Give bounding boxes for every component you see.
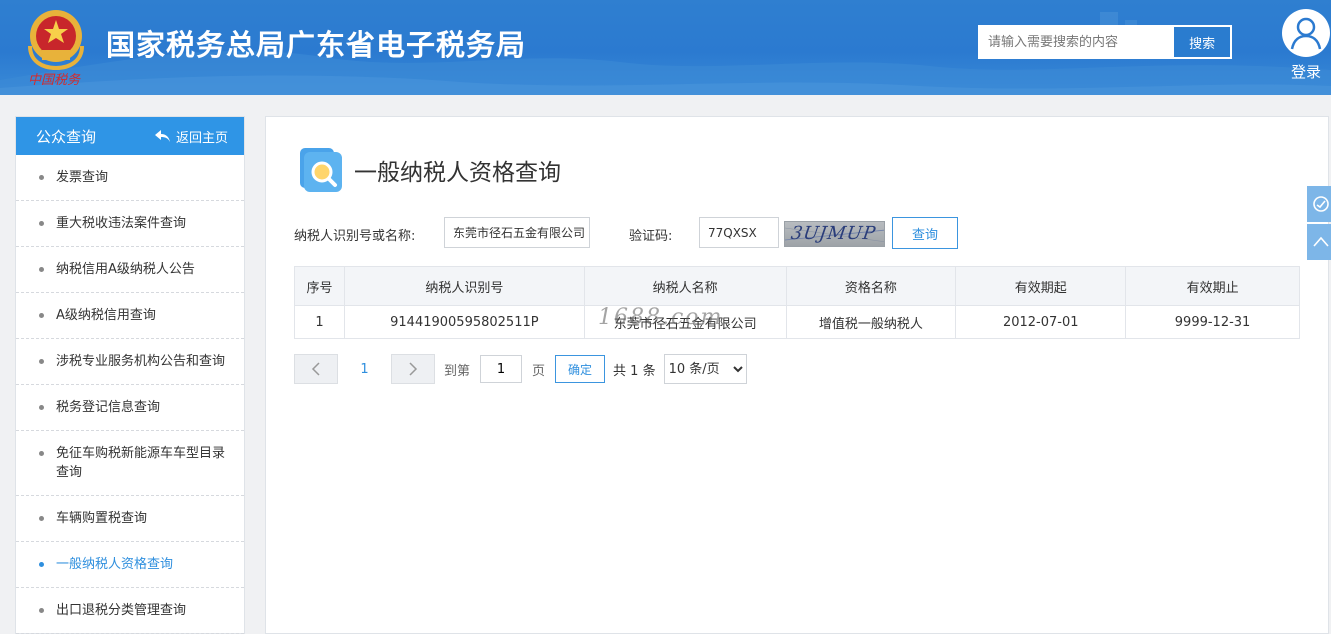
table-header-row: 序号 纳税人识别号 纳税人名称 资格名称 有效期起 有效期止 [294,266,1300,306]
cell-taxpayer-id: 91441900595802511P [344,305,585,339]
pagination: 1 到第 页 确定 共 1 条 10 条/页 [294,354,747,384]
sidebar-header: 公众查询 返回主页 [16,117,244,155]
back-to-top-button[interactable] [1307,224,1331,260]
search-button[interactable]: 搜索 [1173,26,1231,58]
captcha-text: 3UJMUP [789,223,878,244]
float-service-button[interactable] [1307,186,1331,222]
sidebar: 公众查询 返回主页 发票查询 重大税收违法案件查询 纳税信用A级纳税人公告 A级… [15,116,245,634]
customer-service-icon [1313,196,1329,212]
goto-confirm-button[interactable]: 确定 [555,355,606,383]
sidebar-title: 公众查询 [36,127,97,146]
query-page-icon [300,148,342,192]
login-button[interactable]: 登录 [1281,9,1331,85]
next-page-button[interactable] [391,354,435,384]
column-header-valid-from: 有效期起 [955,266,1127,306]
goto-page-input[interactable] [480,355,523,383]
tax-emblem-logo[interactable]: 中国税务 [22,6,90,88]
sidebar-menu: 发票查询 重大税收违法案件查询 纳税信用A级纳税人公告 A级纳税信用查询 涉税专… [16,155,244,634]
cell-valid-to: 9999-12-31 [1125,305,1300,339]
column-header-taxpayer-id: 纳税人识别号 [344,266,585,306]
chevron-up-icon [1313,236,1329,247]
column-header-valid-to: 有效期止 [1125,266,1300,306]
back-home-label: 返回主页 [175,130,228,146]
taxpayer-input[interactable]: 东莞市径石五金有限公司 [444,217,590,248]
chevron-left-icon [311,362,320,376]
user-avatar-icon [1282,9,1330,57]
search-input[interactable] [979,26,1174,58]
prev-page-button[interactable] [294,354,338,384]
sidebar-item-tax-service-agency[interactable]: 涉税专业服务机构公告和查询 [16,339,244,385]
page-title: 一般纳税人资格查询 [354,160,561,186]
goto-suffix-label: 页 [532,363,546,379]
column-header-index: 序号 [294,266,345,306]
back-home-link[interactable]: 返回主页 [154,127,228,146]
search-box: 搜索 [978,25,1232,59]
sidebar-item-invoice-query[interactable]: 发票查询 [16,155,244,201]
table-row: 1 91441900595802511P 东莞市径石五金有限公司 增值税一般纳税… [294,305,1300,339]
goto-prefix-label: 到第 [444,363,471,379]
page-size-select[interactable]: 10 条/页 [663,354,747,384]
sidebar-item-major-violation-query[interactable]: 重大税收违法案件查询 [16,201,244,247]
cell-taxpayer-name: 东莞市径石五金有限公司 [584,305,787,339]
site-title: 国家税务总局广东省电子税务局 [106,28,527,62]
page-number-current[interactable]: 1 [338,362,391,377]
sidebar-item-vehicle-purchase-tax[interactable]: 车辆购置税查询 [16,496,244,542]
result-table: 序号 纳税人识别号 纳税人名称 资格名称 有效期起 有效期止 1 9144190… [294,266,1300,339]
sidebar-item-new-energy-vehicle-catalog[interactable]: 免征车购税新能源车车型目录查询 [16,431,244,496]
captcha-input[interactable]: 77QXSX [699,217,779,248]
cell-qualification: 增值税一般纳税人 [786,305,957,339]
captcha-image[interactable]: 3UJMUP [784,221,885,247]
sidebar-item-general-taxpayer-query[interactable]: 一般纳税人资格查询 [16,542,244,588]
column-header-qualification: 资格名称 [786,266,957,306]
chevron-right-icon [409,362,418,376]
taxpayer-field-label: 纳税人识别号或名称: [294,229,416,244]
column-header-taxpayer-name: 纳税人名称 [584,266,787,306]
sidebar-item-tax-registration-query[interactable]: 税务登记信息查询 [16,385,244,431]
top-header: 中国税务 国家税务总局广东省电子税务局 搜索 登录 [0,0,1331,95]
captcha-field-label: 验证码: [629,229,673,244]
sidebar-item-a-level-announcement[interactable]: 纳税信用A级纳税人公告 [16,247,244,293]
query-button[interactable]: 查询 [892,217,958,249]
sidebar-item-a-level-credit-query[interactable]: A级纳税信用查询 [16,293,244,339]
total-count-label: 共 1 条 [613,363,656,379]
back-arrow-icon [154,130,170,142]
login-label: 登录 [1290,63,1321,81]
cell-valid-from: 2012-07-01 [955,305,1127,339]
emblem-caption: 中国税务 [28,73,81,88]
cell-index: 1 [294,305,345,339]
sidebar-item-export-rebate-classification[interactable]: 出口退税分类管理查询 [16,588,244,634]
main-panel: 一般纳税人资格查询 纳税人识别号或名称: 东莞市径石五金有限公司 验证码: 77… [265,116,1329,634]
